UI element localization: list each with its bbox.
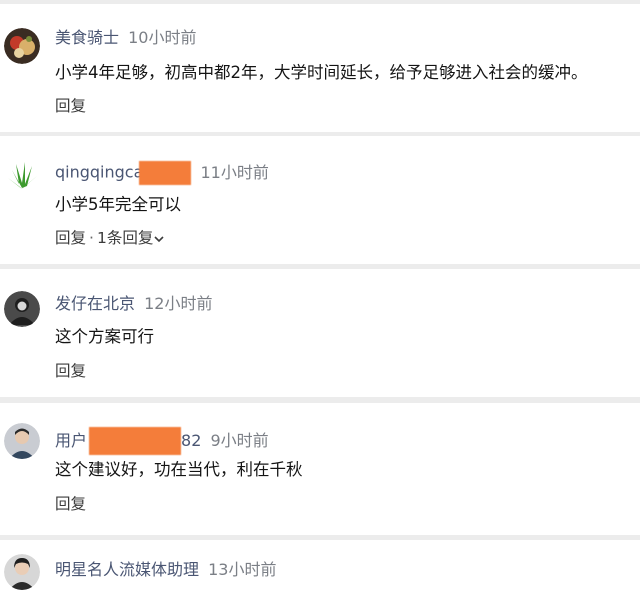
timestamp: 11小时前 xyxy=(200,162,269,182)
username[interactable]: qingqingca xyxy=(55,163,143,182)
comment-text: 这个方案可行 xyxy=(55,327,154,346)
username[interactable]: 发仔在北京 xyxy=(55,294,135,313)
comment-header: 发仔在北京 12小时前 xyxy=(55,294,212,314)
comment-actions: 回复 xyxy=(55,96,86,116)
redaction-mark xyxy=(139,161,192,185)
comment-actions: 回复 xyxy=(55,361,86,381)
comment-item: 明星名人流媒体助理 13小时前 xyxy=(0,540,640,594)
username[interactable]: 用户 82 xyxy=(55,427,202,455)
timestamp: 9小时前 xyxy=(210,430,269,450)
comment-text: 这个建议好，功在当代，利在千秋 xyxy=(55,460,303,479)
reply-button[interactable]: 回复 xyxy=(55,495,86,513)
comment-header: qingqingca 11小时前 xyxy=(55,161,269,185)
username-suffix: 82 xyxy=(181,430,202,450)
person-avatar-icon[interactable] xyxy=(4,554,40,590)
comment-item: 美食骑士 10小时前 小学4年足够，初高中都2年，大学时间延长，给予足够进入社会… xyxy=(0,4,640,132)
redaction-mark xyxy=(89,427,182,455)
comment-text: 小学5年完全可以 xyxy=(55,195,181,214)
reply-button[interactable]: 回复 xyxy=(55,229,86,247)
comment-item: 发仔在北京 12小时前 这个方案可行 回复 xyxy=(0,269,640,397)
timestamp: 13小时前 xyxy=(208,560,277,579)
comment-header: 用户 82 9小时前 xyxy=(55,427,269,455)
view-replies-button[interactable]: 1条回复 xyxy=(97,229,164,247)
comment-item: qingqingca 11小时前 小学5年完全可以 回复 · 1条回复 xyxy=(0,136,640,264)
separator-dot: · xyxy=(89,229,94,247)
username[interactable]: 美食骑士 xyxy=(55,28,119,47)
comment-text: 小学4年足够，初高中都2年，大学时间延长，给予足够进入社会的缓冲。 xyxy=(55,63,588,82)
username-prefix: 用户 xyxy=(55,430,88,450)
food-knight-avatar-icon[interactable] xyxy=(4,28,40,64)
person-avatar-icon[interactable] xyxy=(4,423,40,459)
reply-button[interactable]: 回复 xyxy=(55,97,86,115)
reply-count-label: 1条回复 xyxy=(96,229,154,247)
username[interactable]: 明星名人流媒体助理 xyxy=(55,560,199,579)
comment-list: 美食骑士 10小时前 小学4年足够，初高中都2年，大学时间延长，给予足够进入社会… xyxy=(0,0,640,594)
comment-header: 明星名人流媒体助理 13小时前 xyxy=(55,560,276,580)
person-avatar-icon[interactable] xyxy=(4,291,40,327)
reply-button[interactable]: 回复 xyxy=(55,362,86,380)
chevron-down-icon xyxy=(154,235,164,242)
comment-actions: 回复 · 1条回复 xyxy=(55,228,164,248)
comment-actions: 回复 xyxy=(55,494,86,514)
timestamp: 12小时前 xyxy=(144,294,213,313)
comment-item: 用户 82 9小时前 这个建议好，功在当代，利在千秋 回复 xyxy=(0,403,640,535)
comment-header: 美食骑士 10小时前 xyxy=(55,28,196,48)
grass-avatar-icon[interactable] xyxy=(4,158,40,194)
timestamp: 10小时前 xyxy=(128,28,197,47)
